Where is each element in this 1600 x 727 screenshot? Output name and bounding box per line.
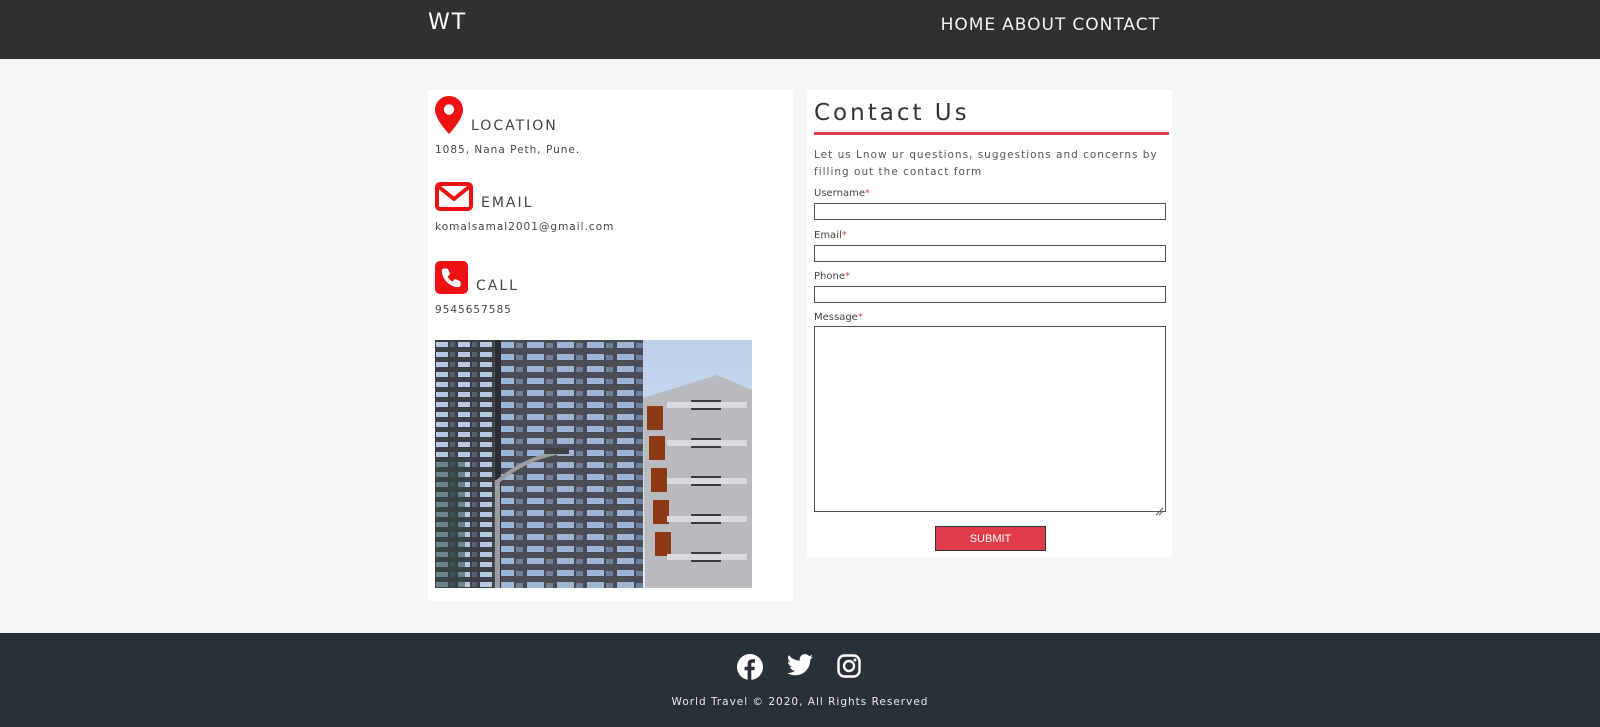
instagram-icon[interactable] xyxy=(837,654,861,680)
contact-title: Contact Us xyxy=(814,100,970,126)
message-textarea[interactable] xyxy=(814,326,1166,516)
email-input[interactable] xyxy=(814,245,1166,262)
nav-home-link[interactable]: HOME xyxy=(941,15,997,35)
email-label: Email* xyxy=(814,230,847,241)
location-text: 1085, Nana Peth, Pune. xyxy=(435,144,581,156)
call-text[interactable]: 9545657585 xyxy=(435,304,519,316)
nav-contact-link[interactable]: CONTACT xyxy=(1072,15,1160,35)
location-title: LOCATION xyxy=(471,118,558,134)
contact-description: Let us Lnow ur questions, suggestions an… xyxy=(814,149,1158,178)
contact-info-card: LOCATION 1085, Nana Peth, Pune. EMAIL ko… xyxy=(428,90,793,601)
contact-form-card: Contact Us Let us Lnow ur questions, sug… xyxy=(807,90,1172,557)
email-title: EMAIL xyxy=(481,195,534,211)
email-text[interactable]: komalsamal2001@gmail.com xyxy=(435,221,614,233)
required-mark: * xyxy=(844,271,850,282)
required-mark: * xyxy=(841,230,847,241)
username-label: Username* xyxy=(814,188,870,199)
message-label: Message* xyxy=(814,312,863,323)
email-block: EMAIL komalsamal2001@gmail.com xyxy=(435,182,614,233)
brand-logo[interactable]: WT xyxy=(428,10,467,35)
social-links xyxy=(737,654,861,680)
twitter-icon[interactable] xyxy=(787,654,813,680)
top-navbar: WT HOME ABOUT CONTACT xyxy=(0,0,1600,59)
required-mark: * xyxy=(864,188,870,199)
phone-icon xyxy=(435,261,468,294)
location-block: LOCATION 1085, Nana Peth, Pune. xyxy=(435,96,580,156)
submit-button[interactable]: SUBMIT xyxy=(935,526,1046,551)
resize-handle-icon[interactable] xyxy=(1155,501,1164,516)
call-block: CALL 9545657585 xyxy=(435,261,519,316)
required-mark: * xyxy=(857,312,863,323)
username-input[interactable] xyxy=(814,203,1166,220)
envelope-icon xyxy=(435,182,473,211)
nav-about-link[interactable]: ABOUT xyxy=(1002,15,1066,35)
main-nav: HOME ABOUT CONTACT xyxy=(941,15,1160,35)
phone-label: Phone* xyxy=(814,271,850,282)
map-pin-icon xyxy=(435,96,463,134)
facebook-icon[interactable] xyxy=(737,654,763,680)
call-title: CALL xyxy=(476,278,519,294)
title-underline xyxy=(814,132,1169,135)
phone-input[interactable] xyxy=(814,286,1166,303)
footer: World Travel © 2020, All Rights Reserved xyxy=(0,633,1600,727)
copyright-text: World Travel © 2020, All Rights Reserved xyxy=(671,696,929,708)
building-photo xyxy=(435,340,752,588)
